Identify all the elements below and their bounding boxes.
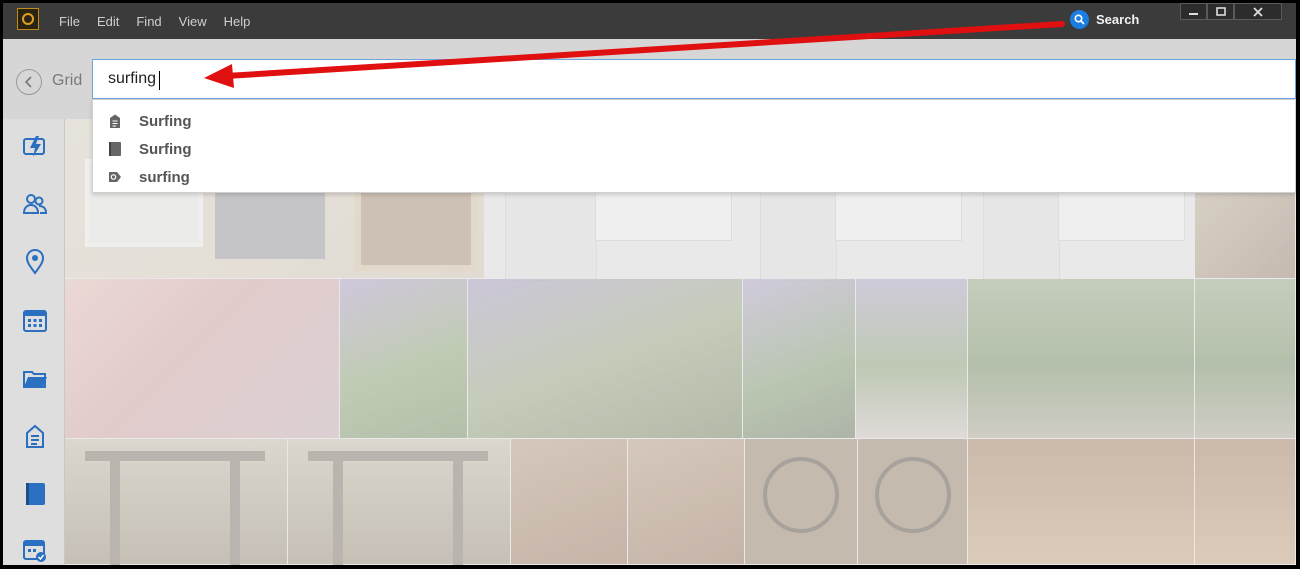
people-icon[interactable]	[22, 191, 48, 217]
close-button[interactable]	[1234, 3, 1282, 20]
suggestion-item[interactable]: surfing	[93, 163, 1295, 191]
view-title: Grid	[52, 72, 83, 89]
suggestion-label: surfing	[139, 168, 190, 186]
suggestion-item[interactable]: Surfing	[93, 135, 1295, 163]
places-icon[interactable]	[22, 249, 48, 275]
search-suggestions: Surfing Surfing surfing	[92, 99, 1296, 193]
album-icon	[109, 142, 121, 156]
saved-search-calendar-icon[interactable]	[22, 537, 48, 563]
folder-icon[interactable]	[22, 365, 48, 391]
suggestion-item[interactable]: Surfing	[93, 107, 1295, 135]
back-button[interactable]	[16, 69, 42, 95]
menu-edit[interactable]: Edit	[97, 14, 119, 29]
minimize-button[interactable]	[1180, 3, 1207, 20]
search-history-icon	[109, 172, 121, 182]
keyword-tag-icon[interactable]	[22, 423, 48, 449]
suggestion-label: Surfing	[139, 140, 192, 158]
title-bar: File Edit Find View Help Search	[3, 3, 1296, 39]
search-button[interactable]: Search	[1070, 9, 1139, 29]
menu-help[interactable]: Help	[224, 14, 251, 29]
menu-find[interactable]: Find	[136, 14, 161, 29]
maximize-button[interactable]	[1207, 3, 1234, 20]
chevron-left-icon	[25, 76, 32, 88]
menu-view[interactable]: View	[179, 14, 207, 29]
search-input[interactable]	[92, 59, 1296, 99]
menu-bar: File Edit Find View Help	[59, 3, 267, 39]
instant-fix-icon[interactable]	[22, 133, 48, 159]
search-icon	[1070, 9, 1089, 29]
close-icon	[1253, 6, 1263, 17]
text-caret	[159, 71, 160, 90]
app-logo-icon	[17, 8, 39, 30]
app-window: File Edit Find View Help Search Grid sur…	[3, 3, 1296, 565]
sidebar	[3, 119, 65, 565]
album-icon[interactable]	[22, 481, 48, 507]
menu-file[interactable]: File	[59, 14, 80, 29]
minimize-icon	[1189, 13, 1198, 15]
tag-icon	[110, 114, 120, 128]
suggestion-label: Surfing	[139, 112, 192, 130]
maximize-icon	[1215, 7, 1226, 16]
search-button-label: Search	[1096, 11, 1140, 27]
events-calendar-icon[interactable]	[22, 307, 48, 333]
